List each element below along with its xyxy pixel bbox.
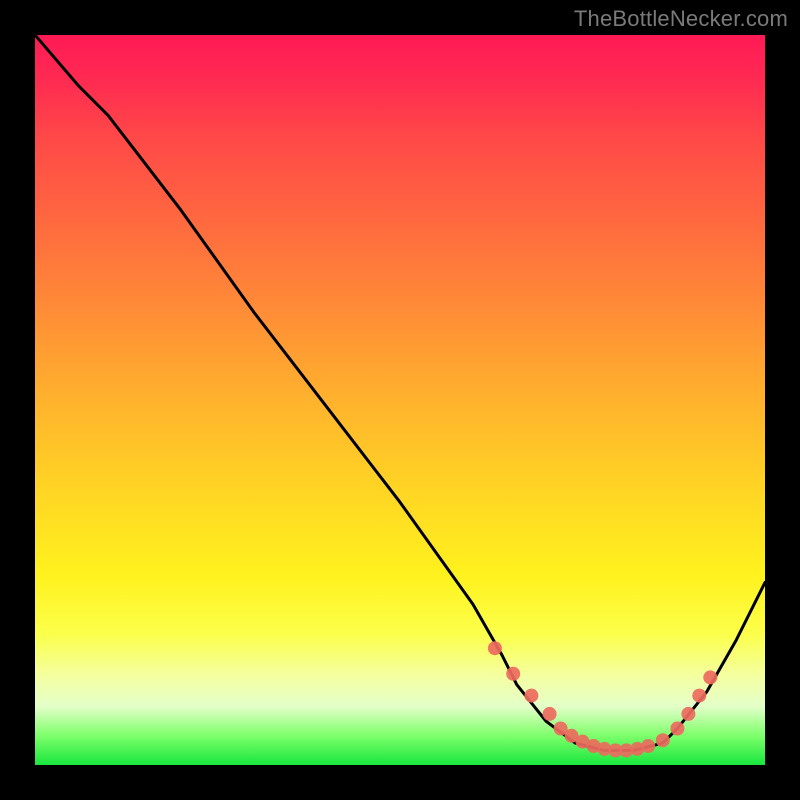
marker-dot [488, 641, 502, 655]
marker-dot [543, 707, 557, 721]
plot-area [35, 35, 765, 765]
marker-dot [703, 670, 717, 684]
marker-dot [670, 722, 684, 736]
chart-svg [35, 35, 765, 765]
bottleneck-curve [35, 35, 765, 750]
marker-dot [692, 689, 706, 703]
marker-dot [681, 707, 695, 721]
marker-dot [656, 733, 670, 747]
marker-dot [506, 667, 520, 681]
marker-dot [641, 739, 655, 753]
marker-dot [524, 689, 538, 703]
chart-container: TheBottleNecker.com [0, 0, 800, 800]
watermark-text: TheBottleNecker.com [574, 6, 788, 32]
marker-dots [488, 641, 717, 757]
